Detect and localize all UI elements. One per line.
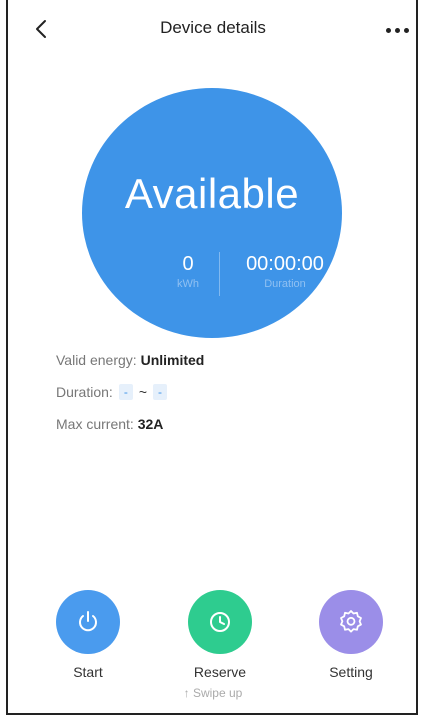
duration-label: Duration	[264, 278, 306, 290]
valid-energy-value: Unlimited	[140, 352, 205, 368]
swipe-up-hint[interactable]: ↑ Swipe up	[0, 686, 426, 700]
reserve-button-circle[interactable]	[188, 590, 252, 654]
status-circle: Available 0 kWh 00:00:00 Duration	[82, 88, 342, 338]
more-options-button[interactable]	[382, 18, 412, 42]
setting-label: Setting	[329, 664, 373, 680]
duration-row-label: Duration:	[56, 384, 113, 400]
duration-value: 00:00:00	[246, 253, 324, 275]
page-title: Device details	[160, 18, 266, 37]
header: Device details	[0, 0, 426, 58]
setting-button-circle[interactable]	[319, 590, 383, 654]
start-button-circle[interactable]	[56, 590, 120, 654]
more-horizontal-icon	[385, 27, 391, 33]
energy-stat: 0 kWh	[172, 252, 204, 290]
power-icon	[79, 611, 97, 632]
duration-start-chip: -	[118, 384, 133, 400]
status-text: Available	[124, 170, 300, 217]
duration-row: Duration: - ~ -	[56, 384, 167, 400]
duration-end-chip: -	[153, 384, 167, 400]
duration-separator: ~	[138, 384, 147, 400]
start-label: Start	[73, 664, 103, 680]
stat-divider	[219, 252, 220, 296]
max-current-row: Max current: 32A	[56, 416, 163, 432]
energy-value: 0	[182, 253, 194, 275]
reserve-button[interactable]: Reserve	[180, 590, 260, 680]
valid-energy-label: Valid energy:	[56, 352, 137, 368]
start-button[interactable]: Start	[48, 590, 128, 680]
duration-stat: 00:00:00 Duration	[237, 252, 333, 290]
valid-energy-row: Valid energy: Unlimited	[56, 352, 204, 368]
setting-button[interactable]: Setting	[311, 590, 391, 680]
energy-unit: kWh	[177, 278, 199, 290]
gear-icon	[340, 610, 362, 633]
max-current-value: 32A	[137, 416, 164, 432]
clock-icon	[210, 612, 230, 632]
max-current-label: Max current:	[56, 416, 134, 432]
reserve-label: Reserve	[193, 664, 247, 680]
